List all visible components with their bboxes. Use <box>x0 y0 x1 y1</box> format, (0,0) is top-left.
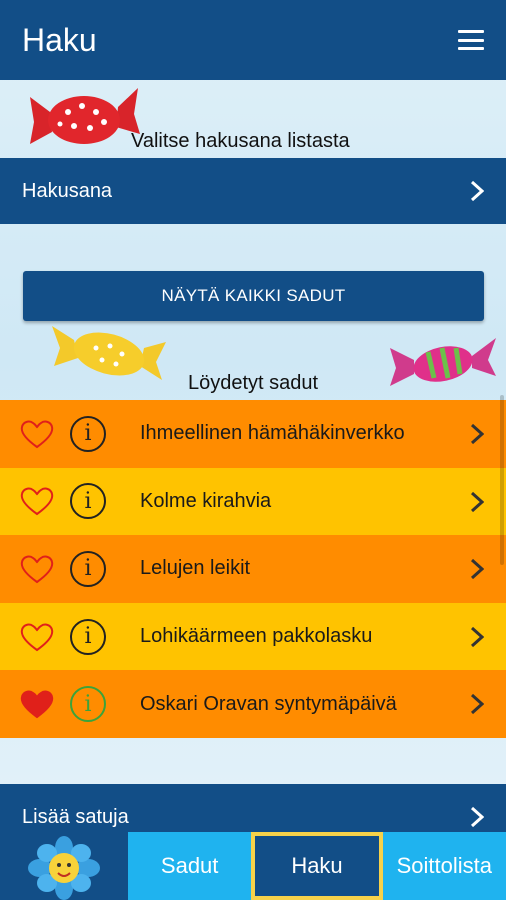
story-title: Ihmeellinen hämähäkinverkko <box>140 422 405 445</box>
flower-logo-icon <box>0 832 128 900</box>
info-icon[interactable]: i <box>70 483 106 520</box>
tab-haku[interactable]: Haku <box>251 832 383 900</box>
info-icon[interactable]: i <box>70 415 106 452</box>
story-list: i Ihmeellinen hämähäkinverkko i Kolme ki… <box>0 400 506 738</box>
story-item[interactable]: i Oskari Oravan syntymäpäivä <box>0 670 506 738</box>
more-stories-label: Lisää satuja <box>22 805 129 828</box>
info-icon[interactable]: i <box>70 686 106 723</box>
story-item[interactable]: i Kolme kirahvia <box>0 467 506 536</box>
chevron-right-icon <box>470 694 484 715</box>
search-term-row[interactable]: Hakusana <box>0 158 506 224</box>
info-icon[interactable]: i <box>70 550 106 587</box>
hamburger-menu-icon[interactable] <box>458 30 484 50</box>
search-term-label: Hakusana <box>22 179 113 202</box>
chevron-right-icon <box>470 559 484 580</box>
page-title: Haku <box>22 21 97 58</box>
tab-soittolista[interactable]: Soittolista <box>382 832 506 900</box>
show-all-stories-button[interactable]: NÄYTÄ KAIKKI SADUT <box>23 271 484 321</box>
app-header: Haku <box>0 0 506 80</box>
heart-filled-icon[interactable] <box>20 689 54 719</box>
heart-outline-icon[interactable] <box>20 622 54 652</box>
found-stories-label: Löydetyt sadut <box>187 372 319 394</box>
info-icon[interactable]: i <box>70 618 106 655</box>
red-candy-icon <box>30 88 140 144</box>
chevron-right-icon <box>470 626 484 647</box>
heart-outline-icon[interactable] <box>20 554 54 584</box>
story-title: Oskari Oravan syntymäpäivä <box>140 692 397 715</box>
story-item[interactable]: i Lelujen leikit <box>0 535 506 603</box>
story-item[interactable]: i Ihmeellinen hämähäkinverkko <box>0 400 506 468</box>
story-title: Kolme kirahvia <box>140 489 272 512</box>
heart-outline-icon[interactable] <box>20 419 54 449</box>
story-title: Lelujen leikit <box>140 557 251 580</box>
bottom-tab-bar: Sadut Haku Soittolista <box>0 832 506 900</box>
hint-text: Valitse hakusana listasta <box>131 130 350 152</box>
heart-outline-icon[interactable] <box>20 486 54 516</box>
chevron-right-icon <box>470 180 484 202</box>
chevron-right-icon <box>470 806 484 828</box>
chevron-right-icon <box>470 491 484 512</box>
tab-sadut[interactable]: Sadut <box>128 832 252 900</box>
story-title: Lohikäärmeen pakkolasku <box>140 625 373 648</box>
scrollbar[interactable] <box>500 395 504 565</box>
chevron-right-icon <box>470 423 484 445</box>
story-item[interactable]: i Lohikäärmeen pakkolasku <box>0 602 506 671</box>
